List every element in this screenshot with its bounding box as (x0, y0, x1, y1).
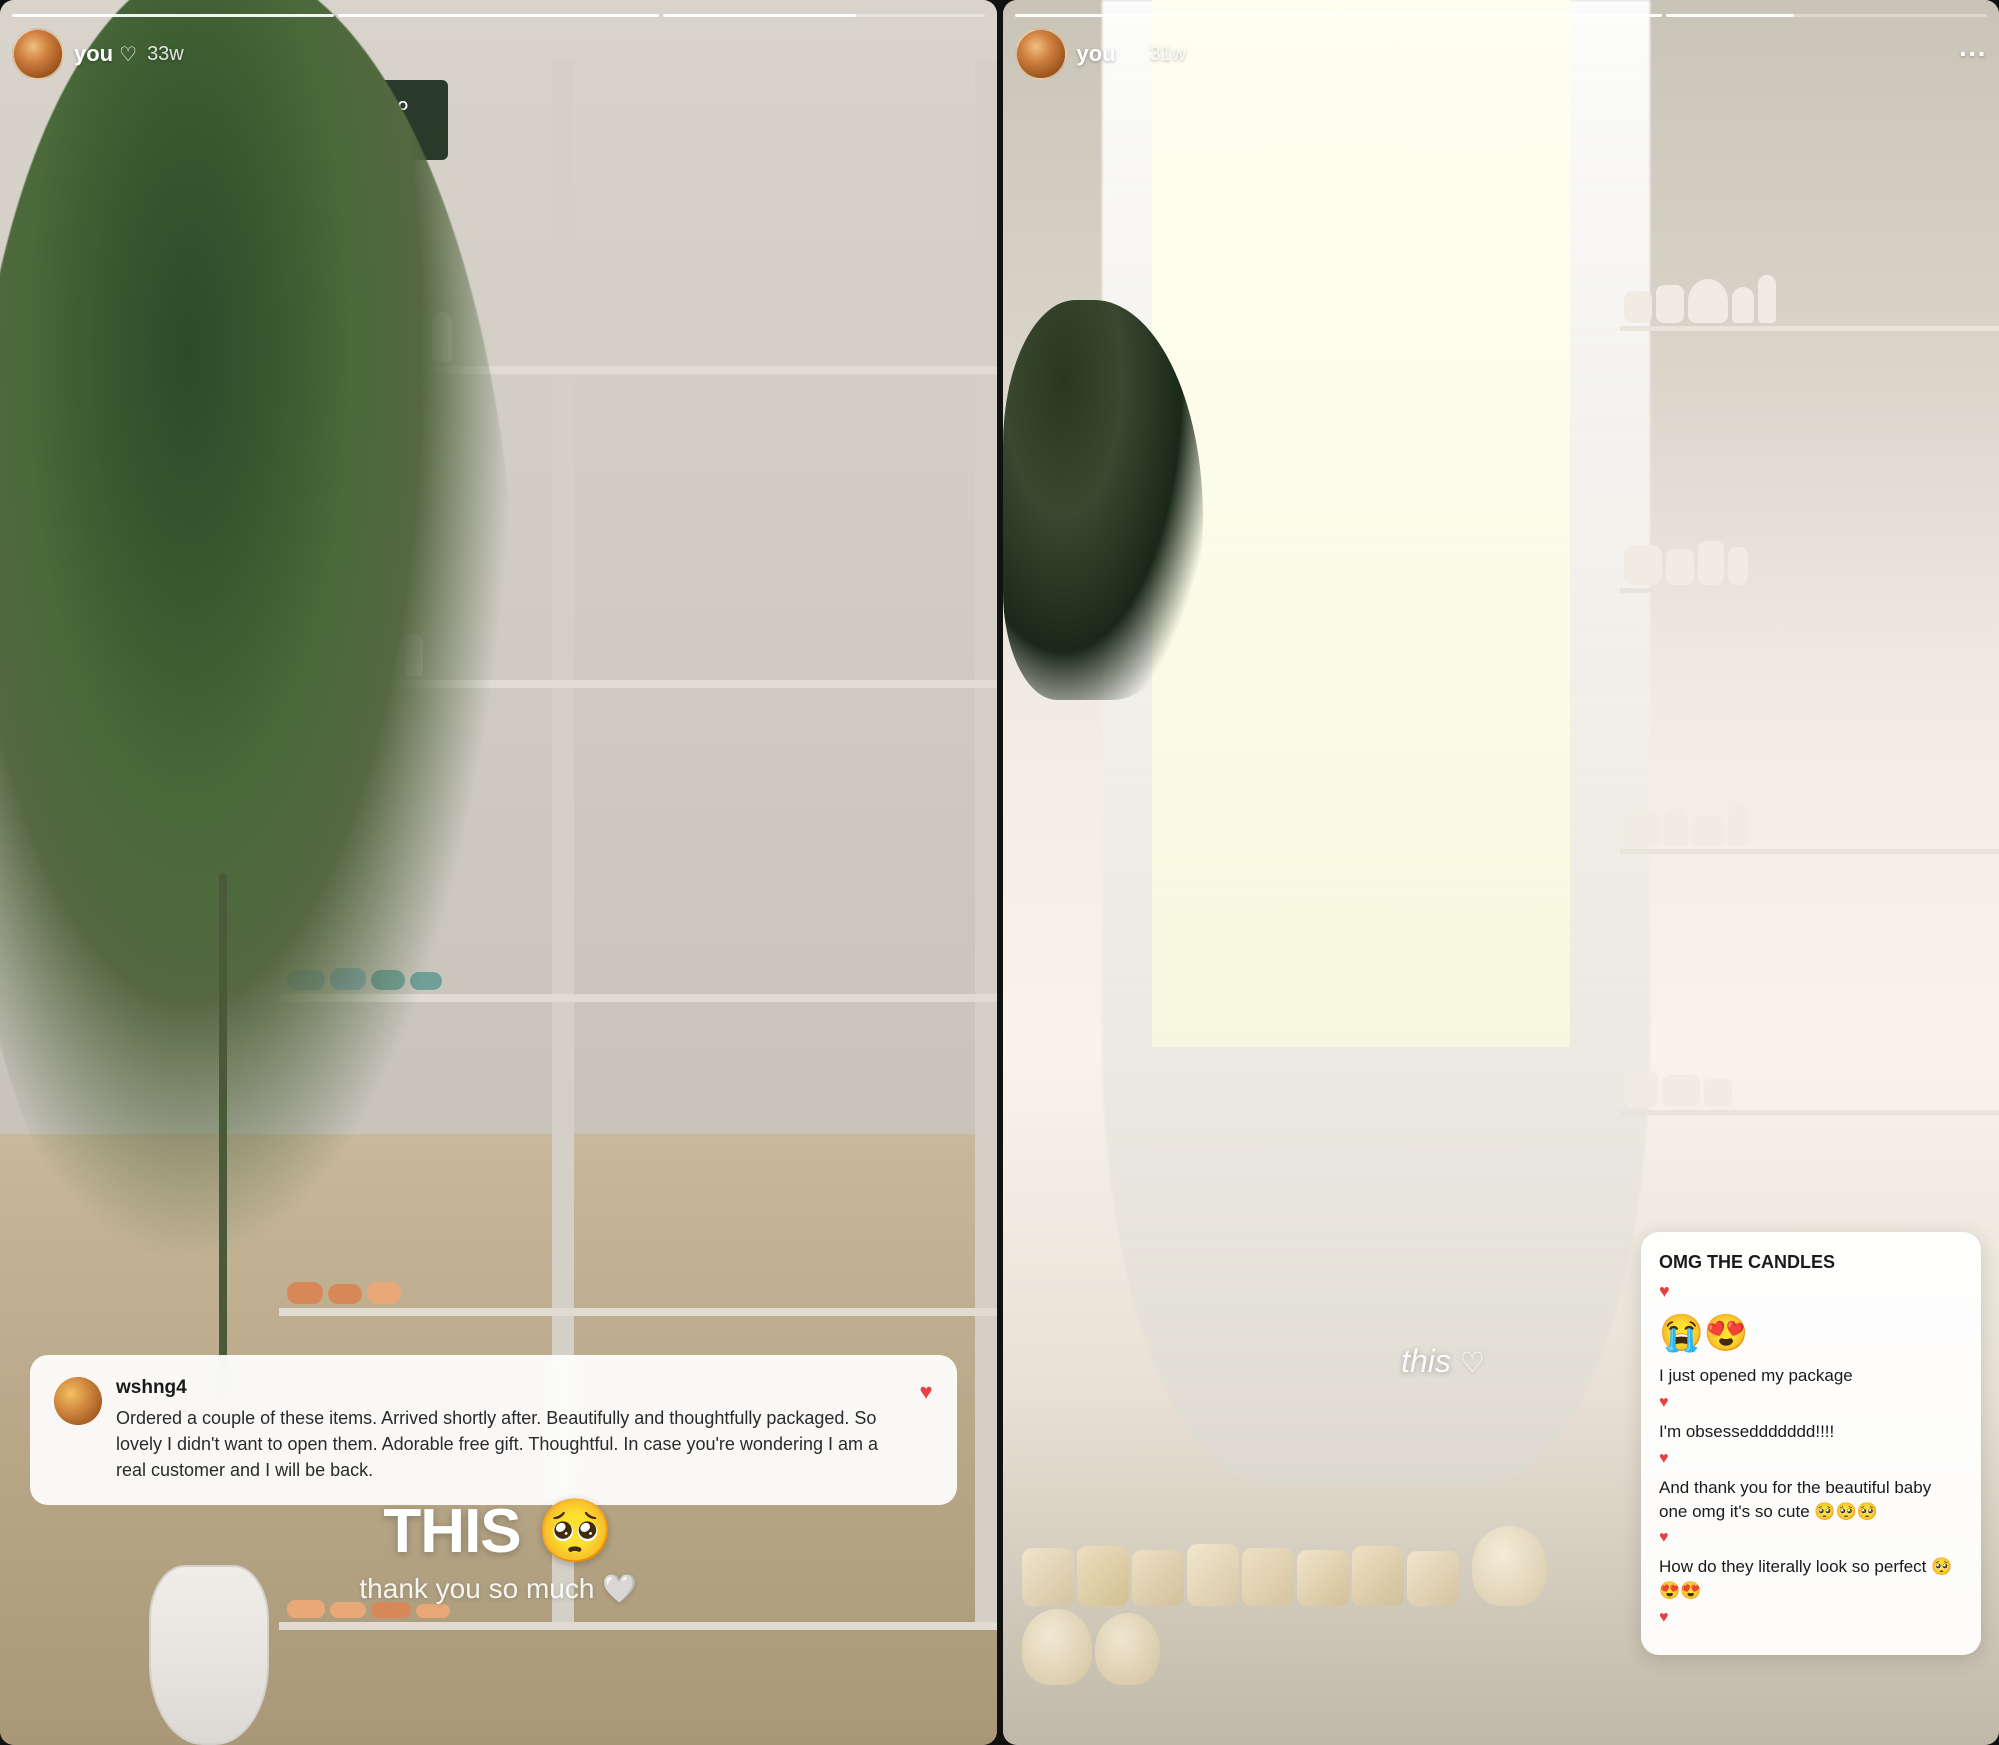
chat-heart-2: ♥ (1659, 1450, 1963, 1468)
user-avatar-2[interactable] (1015, 28, 1067, 80)
progress-segment-2 (338, 14, 660, 17)
chat-msg-3: And thank you for the beautiful baby one… (1659, 1476, 1963, 1524)
story-username-2: you (1077, 41, 1116, 67)
review-card: wshng4 Ordered a couple of these items. … (30, 1355, 957, 1505)
story-user-info-1: you ♡ (74, 41, 137, 67)
review-text-area: wshng4 Ordered a couple of these items. … (116, 1377, 905, 1483)
chat-msg-4: How do they literally look so perfect 🥺😍… (1659, 1555, 1963, 1603)
progress-bar-row-2 (1015, 14, 1988, 17)
progress-bar-row (12, 14, 985, 17)
progress-seg2-1 (1015, 14, 1337, 17)
story-header-2: you ♡ 31w ··· (1015, 28, 1988, 80)
progress-seg2-3 (1666, 14, 1988, 17)
story-heart-2: ♡ (1122, 42, 1140, 67)
story-header-1: you ♡ 33w (12, 28, 985, 80)
chat-msg-1: I just opened my package (1659, 1364, 1963, 1388)
chat-heart-4: ♥ (1659, 1609, 1963, 1627)
this-italic-heart: ♡ (1460, 1347, 1485, 1378)
reviewer-avatar (54, 1377, 102, 1425)
chat-heart-row-1: ♥ (1659, 1281, 1963, 1302)
this-text-overlay: THIS 🥺 thank you so much 🤍 (0, 1495, 997, 1605)
review-heart-icon: ♥ (919, 1379, 932, 1405)
chat-card: OMG THE CANDLES ♥ 😭😍 I just opened my pa… (1641, 1232, 1981, 1655)
chat-emojis: 😭😍 (1659, 1312, 1963, 1354)
this-sub-text: thank you so much 🤍 (0, 1572, 997, 1605)
this-big-text: THIS 🥺 (0, 1495, 997, 1568)
chat-heart-3: ♥ (1659, 1529, 1963, 1547)
more-options-button[interactable]: ··· (1959, 38, 1987, 70)
story-2[interactable]: this ♡ you ♡ (1003, 0, 1999, 1745)
candle-floor-arrangement (1022, 1526, 1620, 1685)
story-username-1: you (74, 41, 113, 67)
chat-msg-2: I'm obsesseddddddd!!!! (1659, 1420, 1963, 1444)
window-light (1152, 0, 1571, 1047)
story-1[interactable]: STUDIO AKI·YO AFTER (0, 0, 997, 1745)
progress-seg2-2 (1340, 14, 1662, 17)
story-time-2: 31w (1150, 43, 1187, 66)
reviewer-name: wshng4 (116, 1377, 905, 1399)
this-italic-text: this (1401, 1343, 1451, 1379)
progress-segment-3 (663, 14, 985, 17)
user-avatar-1[interactable] (12, 28, 64, 80)
plant-stem (219, 873, 227, 1397)
chat-heading: OMG THE CANDLES (1659, 1252, 1963, 1273)
progress-segment-1 (12, 14, 334, 17)
story-user-info-2: you ♡ (1077, 41, 1140, 67)
chat-heart-1: ♥ (1659, 1394, 1963, 1412)
this-italic-overlay: this ♡ (1401, 1343, 1485, 1380)
story-heart-1: ♡ (119, 42, 137, 67)
review-body: Ordered a couple of these items. Arrived… (116, 1405, 905, 1483)
story-time-1: 33w (147, 43, 184, 66)
